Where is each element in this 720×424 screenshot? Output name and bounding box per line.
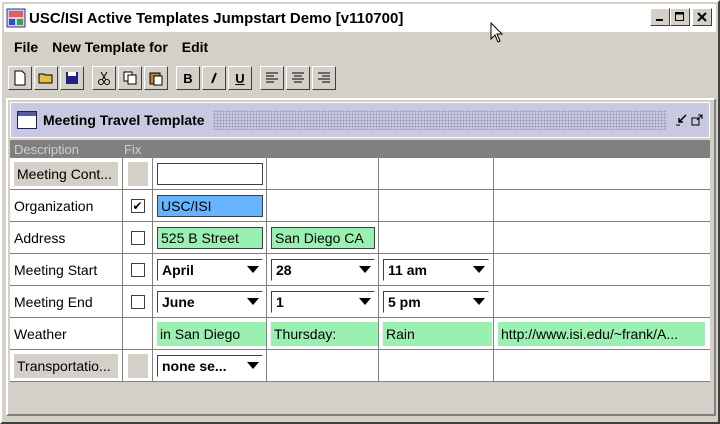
table-row: Meeting Start April 28 11 am [10,254,710,286]
end-day-dropdown[interactable]: 1 [271,290,375,313]
row-label-weather: Weather [14,325,67,342]
template-title-bar[interactable]: Meeting Travel Template [10,102,710,138]
align-right-icon [318,72,330,83]
start-month-dropdown[interactable]: April [157,258,263,281]
weather-day: Thursday: [271,321,378,346]
mouse-cursor-icon [490,22,504,43]
grid-header: Description Fix [10,140,710,158]
row-label-meeting-contact[interactable]: Meeting Cont... [14,161,118,186]
fix-checkbox-address[interactable] [130,230,145,245]
weather-url[interactable]: http://www.isi.edu/~frank/A... [498,321,705,346]
fix-checkbox-start[interactable] [130,262,145,277]
italic-icon [211,72,217,84]
window-icon [17,111,37,129]
end-month-dropdown[interactable]: June [157,290,263,313]
open-folder-icon [38,73,53,84]
new-file-icon [14,70,26,86]
align-center-button[interactable] [286,66,310,90]
fix-checkbox-end[interactable] [130,294,145,309]
transportation-dropdown[interactable]: none se... [157,354,263,377]
maximize-frame-icon[interactable] [691,114,703,126]
table-row: Address 525 B Street San Diego CA [10,222,710,254]
minimize-button[interactable] [650,8,670,26]
minimize-icon [656,19,663,21]
chevron-down-icon [473,265,485,273]
maximize-button[interactable] [670,8,690,26]
menu-edit[interactable]: Edit [182,39,208,55]
template-title: Meeting Travel Template [43,112,205,128]
copy-icon [123,71,137,85]
row-label-transportation[interactable]: Transportatio... [14,353,118,378]
chevron-down-icon [247,297,259,305]
chevron-down-icon [247,265,259,273]
italic-button[interactable] [202,66,226,90]
description-header: Description [14,141,80,157]
fix-header: Fix [124,141,142,157]
fix-cell [127,161,148,186]
align-left-icon [266,72,278,83]
menu-new-template[interactable]: New Template for [52,39,168,55]
chevron-down-icon [473,297,485,305]
start-day-dropdown[interactable]: 28 [271,258,375,281]
street-field[interactable]: 525 B Street [157,226,263,249]
row-label-address: Address [14,229,66,246]
menu-file[interactable]: File [14,39,38,55]
cut-button[interactable] [92,66,116,90]
chevron-down-icon [247,361,259,369]
table-row: Organization ✔ USC/ISI [10,190,710,222]
scissors-icon [98,71,110,85]
bold-button[interactable]: B [176,66,200,90]
open-button[interactable] [34,66,58,90]
city-field[interactable]: San Diego CA [271,226,375,249]
chevron-down-icon [359,297,371,305]
end-time-dropdown[interactable]: 5 pm [383,290,489,313]
meeting-contact-field[interactable] [157,162,263,185]
underline-button[interactable]: U [228,66,252,90]
paste-icon [149,72,163,86]
save-icon [66,72,78,84]
maximize-icon [675,12,684,21]
fix-cell [127,353,148,378]
fix-checkbox-organization[interactable]: ✔ [130,198,145,213]
table-row: Weather in San Diego Thursday: Rain http… [10,318,710,350]
new-button[interactable] [8,66,32,90]
title-bar[interactable]: USC/ISI Active Templates Jumpstart Demo … [4,4,716,32]
align-left-button[interactable] [260,66,284,90]
chevron-down-icon [359,265,371,273]
save-button[interactable] [60,66,84,90]
title-grip [212,110,667,130]
start-time-dropdown[interactable]: 11 am [383,258,489,281]
template-grid: Description Fix Meeting Cont... Organiza… [10,140,710,382]
app-window: USC/ISI Active Templates Jumpstart Demo … [0,0,720,424]
weather-condition: Rain [383,321,492,346]
row-label-meeting-start: Meeting Start [14,261,98,278]
weather-place: in San Diego [157,321,266,346]
close-button[interactable] [692,8,712,26]
paste-button[interactable] [144,66,168,90]
organization-field[interactable]: USC/ISI [157,194,263,217]
template-frame: Meeting Travel Template Description Fix … [6,98,716,416]
menu-bar: File New Template for Edit [4,34,212,60]
toolbar: B U [8,64,338,92]
table-row: Transportatio... none se... [10,350,710,382]
app-icon [6,8,26,28]
table-row: Meeting Cont... [10,158,710,190]
window-title: USC/ISI Active Templates Jumpstart Demo … [29,9,404,27]
table-row: Meeting End June 1 5 pm [10,286,710,318]
row-label-organization: Organization [14,197,94,214]
copy-button[interactable] [118,66,142,90]
row-label-meeting-end: Meeting End [14,293,93,310]
minimize-frame-icon[interactable] [675,114,687,126]
close-icon [697,12,707,22]
align-center-icon [292,72,304,83]
align-right-button[interactable] [312,66,336,90]
